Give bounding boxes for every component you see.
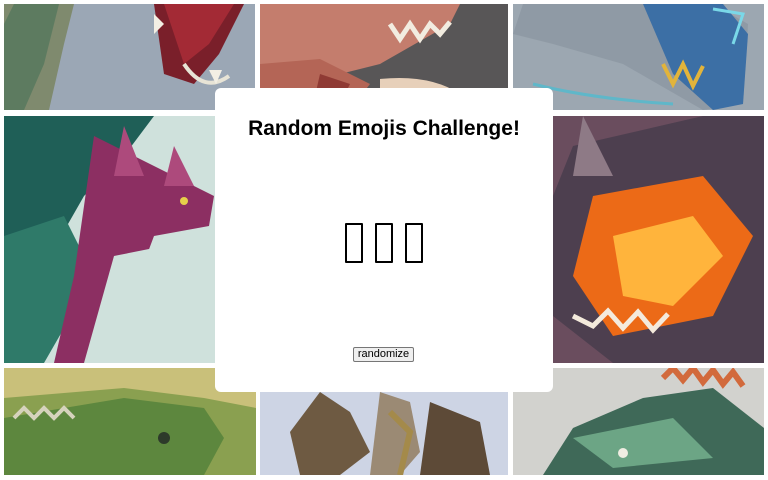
gallery-image-lava-dragon bbox=[553, 116, 764, 363]
gallery-image-horned-beast bbox=[260, 392, 508, 475]
page-title: Random Emojis Challenge! bbox=[248, 117, 520, 140]
emoji-row bbox=[215, 223, 553, 263]
emoji-slot-3 bbox=[405, 223, 423, 263]
emoji-slot-2 bbox=[375, 223, 393, 263]
randomize-button[interactable]: randomize bbox=[353, 347, 414, 362]
emoji-slot-1 bbox=[345, 223, 363, 263]
